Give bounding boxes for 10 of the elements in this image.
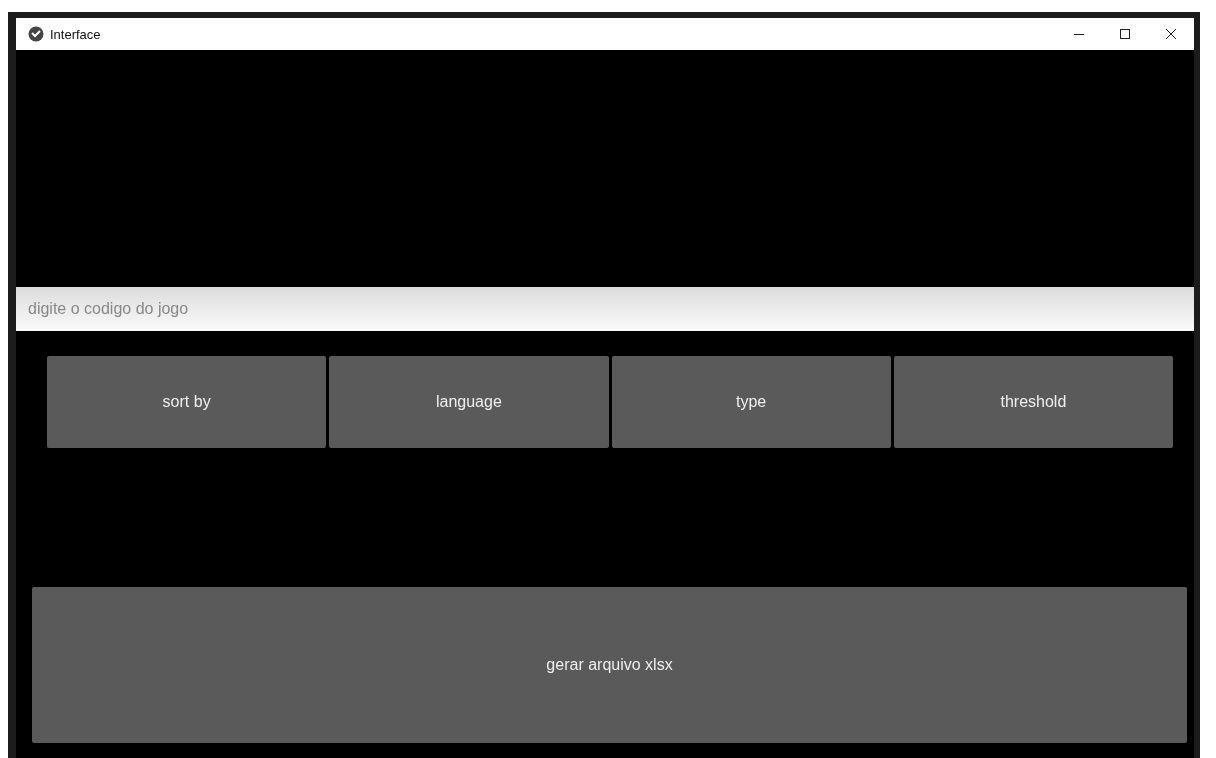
option-button[interactable]: type (611, 356, 891, 448)
app-icon (28, 26, 44, 42)
generate-button[interactable]: gerar arquivo xlsx (32, 587, 1187, 743)
close-icon[interactable] (1165, 28, 1177, 40)
option-button[interactable]: threshold (893, 356, 1173, 448)
maximize-icon[interactable] (1119, 28, 1131, 40)
window-title: Interface (50, 26, 101, 42)
search-field[interactable]: digite o codigo do jogo (16, 287, 1194, 331)
option-button[interactable]: sort by (47, 356, 327, 448)
option-button[interactable]: language (329, 356, 609, 448)
